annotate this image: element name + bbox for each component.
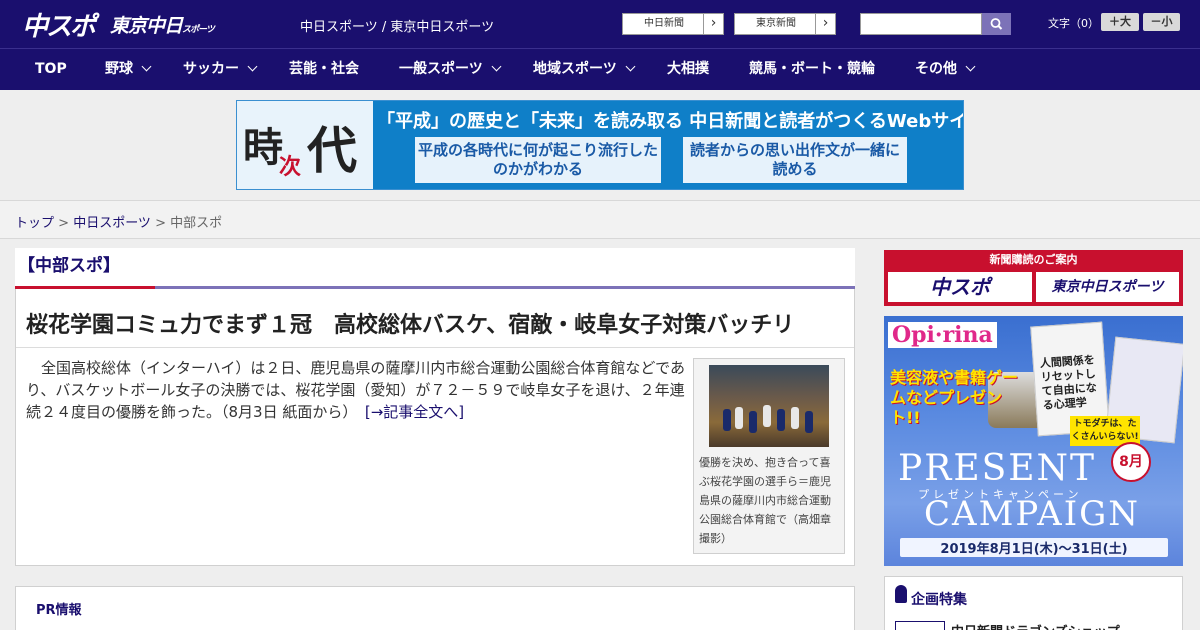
chevron-down-icon: [247, 61, 258, 72]
article-title[interactable]: 桜花学園コミュ力でまず１冠 高校総体バスケ、宿敵・岐阜女子対策バッチリ: [26, 307, 794, 339]
chuspo-logo[interactable]: 中スポ: [22, 6, 96, 43]
tokyo-news-label: 東京新聞: [756, 18, 796, 29]
article-body-text: 全国高校総体（インターハイ）は２日、鹿児島県の薩摩川内市総合運動公園総合体育館な…: [26, 359, 685, 421]
nav-item-racing[interactable]: 競馬・ボート・競輪: [749, 49, 875, 90]
font-increase-button[interactable]: ＋大: [1101, 13, 1139, 31]
subscription-box[interactable]: 新聞購読のご案内 中スポ 東京中日スポーツ: [884, 250, 1183, 306]
feature-item-link[interactable]: 中日新聞ドラゴンズショップ: [951, 621, 1120, 630]
chevron-right-icon: ›: [703, 14, 723, 34]
breadcrumb-separator: >: [54, 216, 74, 231]
jidai-banner-ad[interactable]: 時 次 代 「平成」の歴史と「未来」を読み取る 中日新聞と読者がつくるWebサイ…: [236, 100, 964, 190]
photo-figure: [749, 411, 757, 433]
breadcrumb-section-link[interactable]: 中日スポーツ: [73, 216, 151, 231]
nav-label: 競馬・ボート・競輪: [749, 61, 875, 77]
chevron-down-icon: [141, 61, 152, 72]
photo-figure: [791, 407, 799, 429]
search-icon: [990, 18, 1003, 30]
pr-section: PR情報: [15, 586, 855, 630]
nav-item-general-sports[interactable]: 一般スポーツ: [399, 49, 502, 90]
nav-label: 野球: [105, 61, 133, 77]
breadcrumb-separator: >: [150, 216, 171, 231]
ad-brand-logo: Opi·rina: [888, 322, 997, 348]
divider: [16, 347, 854, 348]
photo-figure: [777, 409, 785, 431]
chevron-right-icon: ›: [815, 14, 835, 34]
tokyo-news-button[interactable]: 東京新聞 ›: [734, 13, 836, 35]
photo-figure: [805, 411, 813, 433]
site-title: 中日スポーツ / 東京中日スポーツ: [300, 20, 495, 35]
breadcrumb-bar: トップ > 中日スポーツ > 中部スポ: [0, 200, 1200, 239]
chuspo-subscribe-logo[interactable]: 中スポ: [888, 272, 1032, 302]
font-size-label: 文字（0）: [1048, 17, 1099, 30]
photo-box: 優勝を決め、抱き合って喜ぶ桜花学園の選手ら＝鹿児島県の薩摩川内市総合運動公園総合…: [693, 358, 845, 554]
tokyo-chunichi-logo-sub: スポーツ: [182, 25, 215, 35]
article-summary: 全国高校総体（インターハイ）は２日、鹿児島県の薩摩川内市総合運動公園総合体育館な…: [26, 357, 688, 423]
nav-label: TOP: [35, 61, 67, 77]
photo-figure: [735, 407, 743, 429]
nav-label: その他: [915, 61, 957, 77]
nav-item-soccer[interactable]: サッカー: [183, 49, 258, 90]
search-button[interactable]: [982, 13, 1011, 35]
banner-headline: 「平成」の歴史と「未来」を読み取る 中日新聞と読者がつくるWebサイト: [377, 111, 964, 132]
search-input[interactable]: [860, 13, 982, 35]
font-decrease-button[interactable]: －小: [1143, 13, 1180, 31]
nav-label: 地域スポーツ: [533, 61, 617, 77]
ad-promo-text: 美容液や書籍ゲームなどプレゼント!!: [890, 368, 1019, 427]
breadcrumb-home-link[interactable]: トップ: [15, 216, 54, 231]
photo-caption: 優勝を決め、抱き合って喜ぶ桜花学園の選手ら＝鹿児島県の薩摩川内市総合運動公園総合…: [699, 456, 831, 545]
nav-item-local-sports[interactable]: 地域スポーツ: [533, 49, 636, 90]
nav-label: 芸能・社会: [289, 61, 359, 77]
chunichi-news-button[interactable]: 中日新聞 ›: [622, 13, 724, 35]
subscription-heading: 新聞購読のご案内: [989, 253, 1078, 266]
banner-logo-area: 時 次 代: [237, 101, 373, 189]
nav-item-other[interactable]: その他: [915, 49, 976, 90]
tokyo-chunichi-logo-text: 東京中日: [110, 15, 183, 37]
nav-item-sumo[interactable]: 大相撲: [667, 49, 709, 90]
category-heading: 【中部スポ】: [15, 248, 855, 288]
category-title: 【中部スポ】: [18, 256, 120, 276]
nav-item-top[interactable]: TOP: [35, 49, 67, 90]
read-more-link[interactable]: [→記事全文へ]: [365, 403, 464, 421]
chevron-down-icon: [625, 61, 636, 72]
photo-figure: [723, 409, 731, 431]
feature-thumbnail[interactable]: [895, 621, 945, 630]
ribbon-icon: [895, 585, 907, 603]
present-campaign-ad[interactable]: Opi·rina 人間関係をリセットして自由になる心理学 トモダチは、たくさんい…: [884, 316, 1183, 566]
article-photo[interactable]: [709, 365, 829, 447]
nav-item-baseball[interactable]: 野球: [105, 49, 152, 90]
banner-kanji-dai: 代: [307, 121, 357, 180]
main-nav: TOP 野球 サッカー 芸能・社会 一般スポーツ 地域スポーツ 大相撲 競馬・ボ…: [0, 48, 1200, 90]
banner-kanji-ji: 時: [243, 124, 283, 171]
book-title: 人間関係をリセットして自由になる心理学: [1039, 353, 1098, 412]
breadcrumb-current: 中部スポ: [170, 216, 223, 231]
photo-figure: [763, 405, 771, 427]
banner-box-1: 平成の各時代に何が起こり流行したのかがわかる: [415, 137, 661, 183]
tokyo-chunichi-logo[interactable]: 東京中日スポーツ: [110, 11, 215, 38]
nav-label: 一般スポーツ: [399, 61, 483, 77]
nav-item-entertainment[interactable]: 芸能・社会: [289, 49, 359, 90]
article-card: 桜花学園コミュ力でまず１冠 高校総体バスケ、宿敵・岐阜女子対策バッチリ 全国高校…: [15, 289, 855, 566]
feature-title: 企画特集: [911, 592, 967, 608]
chunichi-news-label: 中日新聞: [644, 18, 684, 29]
banner-box-2: 読者からの思い出作文が一緒に読める: [683, 137, 907, 183]
banner-kanji-tsugi: 次: [279, 154, 302, 180]
ad-present-text: PRESENT: [898, 448, 1097, 489]
nav-label: サッカー: [183, 61, 239, 77]
ad-campaign-text: CAMPAIGN: [924, 494, 1141, 534]
breadcrumb: トップ > 中日スポーツ > 中部スポ: [15, 212, 222, 231]
feature-box: 企画特集 中日新聞ドラゴンズショップ: [884, 576, 1183, 630]
tokyo-chunichi-subscribe-logo[interactable]: 東京中日スポーツ: [1036, 272, 1179, 302]
month-badge: 8月: [1111, 442, 1151, 482]
chevron-down-icon: [491, 61, 502, 72]
pr-title: PR情報: [36, 603, 82, 618]
campaign-dates: 2019年8月1日(木)〜31日(土): [900, 538, 1168, 557]
nav-label: 大相撲: [667, 61, 709, 77]
chevron-down-icon: [965, 61, 976, 72]
top-header: 中スポ 東京中日スポーツ 中日スポーツ / 東京中日スポーツ 中日新聞 › 東京…: [0, 0, 1200, 48]
